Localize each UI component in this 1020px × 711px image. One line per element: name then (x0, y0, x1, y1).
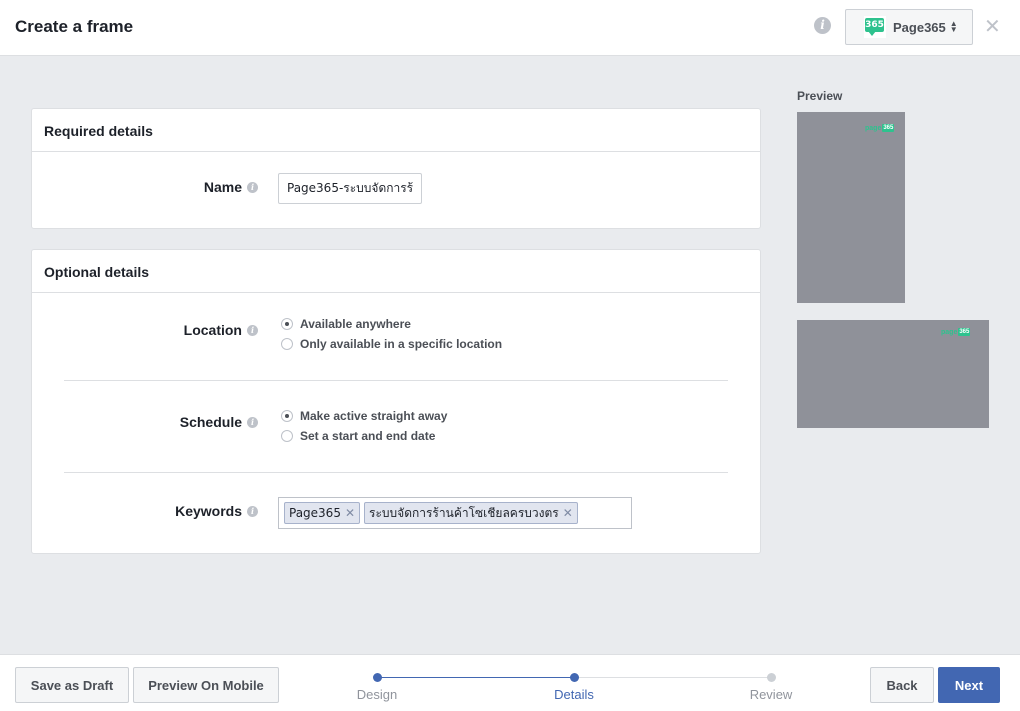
radio-button[interactable] (281, 338, 293, 350)
keywords-input[interactable]: Page365 ✕ ระบบจัดการร้านค้าโซเชียลครบวงต… (278, 497, 632, 529)
close-icon[interactable]: ✕ (984, 17, 1001, 37)
step-review[interactable]: Review (731, 687, 811, 702)
step-dot-details (570, 673, 579, 682)
schedule-option-date-range[interactable]: Set a start and end date (281, 429, 435, 443)
sort-icon: ▲ ▼ (949, 19, 958, 34)
save-as-draft-button[interactable]: Save as Draft (15, 667, 129, 703)
location-option-specific[interactable]: Only available in a specific location (281, 337, 502, 351)
top-bar: Create a frame i 365 Page365 ▲ ▼ ✕ (0, 0, 1020, 56)
footer: Save as Draft Preview On Mobile Design D… (0, 654, 1020, 711)
optional-details-card: Optional details Location i Available an… (31, 249, 761, 554)
keywords-info-icon[interactable]: i (247, 505, 258, 517)
keyword-token: Page365 ✕ (284, 502, 361, 524)
optional-details-title: Optional details (32, 250, 760, 293)
dialog-title: Create a frame (15, 17, 134, 36)
preview-on-mobile-button[interactable]: Preview On Mobile (133, 667, 279, 703)
page-selector[interactable]: 365 Page365 ▲ ▼ (845, 9, 973, 45)
location-info-icon[interactable]: i (247, 324, 258, 336)
back-button[interactable]: Back (870, 667, 934, 703)
info-icon[interactable]: i (814, 17, 831, 34)
required-details-title: Required details (32, 109, 760, 152)
stepper-progress-line (377, 677, 574, 678)
name-input[interactable]: Page365-ระบบจัดการร้ (278, 173, 422, 204)
keywords-label: Keywords (175, 503, 242, 519)
frame-logo: page 365 (941, 328, 971, 336)
divider (64, 472, 728, 473)
radio-button[interactable] (281, 430, 293, 442)
required-details-card: Required details Name i Page365-ระบบจัดก… (31, 108, 761, 229)
next-button[interactable]: Next (938, 667, 1000, 703)
remove-token-icon[interactable]: ✕ (563, 506, 573, 520)
frame-logo: page 365 (865, 124, 895, 132)
main-content: Required details Name i Page365-ระบบจัดก… (0, 56, 1020, 654)
step-dot-design (373, 673, 382, 682)
stepper-remaining-line (574, 677, 771, 678)
preview-label: Preview (797, 89, 843, 103)
divider (64, 380, 728, 381)
name-info-icon[interactable]: i (247, 181, 258, 193)
preview-portrait: page 365 (797, 112, 905, 303)
schedule-label: Schedule (179, 414, 242, 430)
name-label: Name (203, 179, 242, 195)
radio-button[interactable] (281, 318, 293, 330)
schedule-option-straight-away[interactable]: Make active straight away (281, 409, 447, 423)
step-dot-review (767, 673, 776, 682)
keyword-token: ระบบจัดการร้านค้าโซเชียลครบวงตร ✕ (364, 502, 578, 524)
radio-button[interactable] (281, 410, 293, 422)
location-option-anywhere[interactable]: Available anywhere (281, 317, 411, 331)
location-label: Location (183, 322, 242, 338)
schedule-info-icon[interactable]: i (247, 416, 258, 428)
preview-landscape: page 365 (797, 320, 989, 428)
remove-token-icon[interactable]: ✕ (345, 506, 355, 520)
page-selector-name: Page365 (893, 19, 946, 35)
page-logo-icon: 365 (864, 16, 886, 38)
step-details[interactable]: Details (534, 687, 614, 702)
step-design[interactable]: Design (337, 687, 417, 702)
